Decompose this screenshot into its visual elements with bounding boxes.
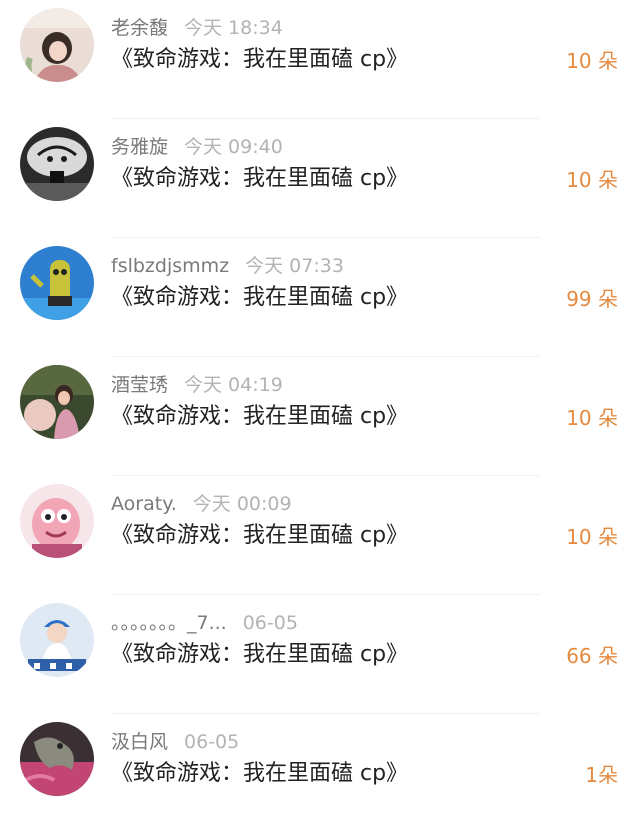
- user-avatar[interactable]: [20, 246, 94, 320]
- item-meta: 老余馥 今天 18:34: [111, 13, 283, 43]
- timestamp: 06-05: [184, 731, 240, 753]
- list-item[interactable]: 汲白风 06-05 《致命游戏：我在里面磕 cp》 1朵: [0, 714, 640, 833]
- user-avatar[interactable]: [20, 365, 94, 439]
- username[interactable]: 。。。。。。。_7...: [111, 612, 227, 634]
- gift-amount: 10 朵: [566, 406, 618, 430]
- avatar-image: [20, 484, 94, 558]
- timestamp: 06-05: [242, 612, 298, 634]
- username[interactable]: 酒莹琇: [111, 374, 168, 396]
- item-title[interactable]: 《致命游戏：我在里面磕 cp》: [111, 163, 408, 195]
- list-item[interactable]: 酒莹琇 今天 04:19 《致命游戏：我在里面磕 cp》 10 朵: [0, 357, 640, 476]
- avatar-image: [20, 127, 94, 201]
- item-meta: Aoraty. 今天 00:09: [111, 489, 292, 519]
- user-avatar[interactable]: [20, 8, 94, 82]
- item-meta: 酒莹琇 今天 04:19: [111, 370, 283, 400]
- list-item[interactable]: 老余馥 今天 18:34 《致命游戏：我在里面磕 cp》 10 朵: [0, 0, 640, 119]
- list-item[interactable]: Aoraty. 今天 00:09 《致命游戏：我在里面磕 cp》 10 朵: [0, 476, 640, 595]
- avatar-image: [20, 722, 94, 796]
- gift-record-list: 老余馥 今天 18:34 《致命游戏：我在里面磕 cp》 10 朵 务雅旋 今天 0…: [0, 0, 640, 813]
- gift-amount: 1朵: [585, 763, 618, 787]
- avatar-image: [20, 8, 94, 82]
- timestamp: 今天 00:09: [192, 493, 292, 515]
- item-meta: 汲白风 06-05: [111, 727, 239, 757]
- avatar-image: [20, 365, 94, 439]
- item-title[interactable]: 《致命游戏：我在里面磕 cp》: [111, 520, 408, 552]
- avatar-image: [20, 603, 94, 677]
- item-title[interactable]: 《致命游戏：我在里面磕 cp》: [111, 282, 408, 314]
- user-avatar[interactable]: [20, 722, 94, 796]
- username[interactable]: 老余馥: [111, 17, 168, 39]
- gift-amount: 10 朵: [566, 525, 618, 549]
- username[interactable]: Aoraty.: [111, 493, 177, 515]
- list-item[interactable]: fslbzdjsmmz 今天 07:33 《致命游戏：我在里面磕 cp》 99 朵: [0, 238, 640, 357]
- timestamp: 今天 18:34: [184, 17, 283, 39]
- username[interactable]: fslbzdjsmmz: [111, 255, 229, 277]
- list-item[interactable]: 。。。。。。。_7... 06-05 《致命游戏：我在里面磕 cp》 66 朵: [0, 595, 640, 714]
- user-avatar[interactable]: [20, 603, 94, 677]
- item-title[interactable]: 《致命游戏：我在里面磕 cp》: [111, 401, 408, 433]
- item-title[interactable]: 《致命游戏：我在里面磕 cp》: [111, 758, 408, 790]
- username[interactable]: 汲白风: [111, 731, 168, 753]
- item-title[interactable]: 《致命游戏：我在里面磕 cp》: [111, 639, 408, 671]
- user-avatar[interactable]: [20, 127, 94, 201]
- item-meta: fslbzdjsmmz 今天 07:33: [111, 251, 344, 281]
- gift-amount: 99 朵: [566, 287, 618, 311]
- item-meta: 。。。。。。。_7... 06-05: [111, 608, 298, 638]
- list-item[interactable]: 务雅旋 今天 09:40 《致命游戏：我在里面磕 cp》 10 朵: [0, 119, 640, 238]
- item-meta: 务雅旋 今天 09:40: [111, 132, 283, 162]
- avatar-image: [20, 246, 94, 320]
- user-avatar[interactable]: [20, 484, 94, 558]
- timestamp: 今天 09:40: [184, 136, 283, 158]
- timestamp: 今天 07:33: [245, 255, 344, 277]
- username[interactable]: 务雅旋: [111, 136, 168, 158]
- gift-amount: 10 朵: [566, 168, 618, 192]
- timestamp: 今天 04:19: [184, 374, 283, 396]
- gift-amount: 10 朵: [566, 49, 618, 73]
- gift-amount: 66 朵: [566, 644, 618, 668]
- item-title[interactable]: 《致命游戏：我在里面磕 cp》: [111, 44, 408, 76]
